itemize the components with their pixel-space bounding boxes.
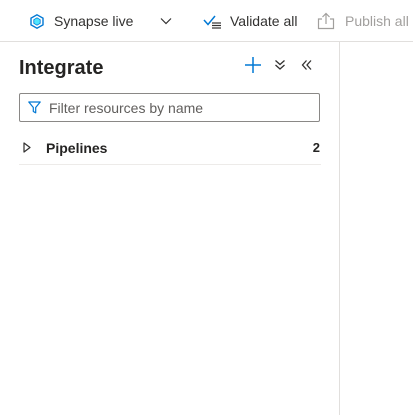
mode-dropdown[interactable] — [160, 0, 172, 42]
synapse-workspace-icon — [30, 13, 44, 29]
tree-item-label: Pipelines — [46, 139, 108, 156]
tree-item-count: 2 — [312, 140, 320, 155]
collapse-panel-icon — [301, 60, 312, 70]
caret-right-icon[interactable] — [23, 142, 31, 153]
publish-all-button[interactable]: Publish all — [317, 0, 409, 42]
validate-all-button[interactable]: Validate all — [203, 0, 297, 42]
filter-icon — [28, 101, 41, 114]
add-resource-button[interactable] — [242, 54, 264, 76]
tree-item-pipelines[interactable]: Pipelines 2 — [19, 131, 321, 165]
top-toolbar: Synapse live Validate all Publish all — [0, 0, 413, 42]
filter-resources-box[interactable] — [19, 93, 320, 122]
chevron-down-icon — [160, 18, 172, 25]
publish-upload-icon — [317, 12, 335, 30]
expand-all-icon — [275, 60, 285, 70]
validate-checklist-icon — [203, 15, 221, 29]
publish-all-label: Publish all — [345, 13, 409, 29]
synapse-live-mode[interactable]: Synapse live — [30, 0, 133, 42]
mode-label: Synapse live — [54, 13, 134, 29]
validate-all-label: Validate all — [230, 13, 298, 29]
filter-resources-input[interactable] — [49, 95, 309, 120]
panel-title: Integrate — [19, 57, 104, 79]
expand-all-button[interactable] — [269, 54, 291, 76]
plus-icon — [245, 57, 261, 73]
synapse-integrate-hub: Synapse live Validate all Publish all In… — [0, 0, 413, 415]
integrate-resource-panel: Integrate Filter resources by name Pipel… — [0, 42, 340, 415]
collapse-panel-button[interactable] — [296, 54, 318, 76]
